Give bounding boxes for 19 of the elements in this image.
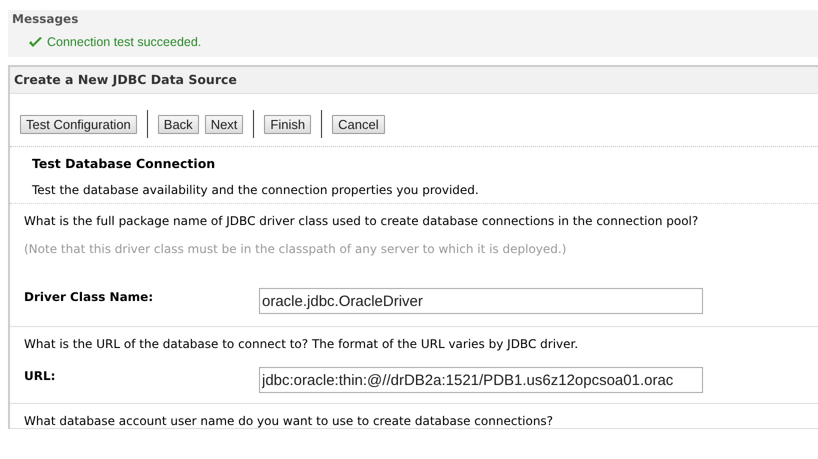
check-icon: [28, 36, 43, 48]
toolbar-button[interactable]: Test Configuration: [20, 114, 137, 134]
section-description: Test the database availability and the connection properties you provided.: [32, 183, 480, 197]
toolbar-button[interactable]: Next: [204, 114, 244, 134]
message-text: Connection test succeeded.: [47, 35, 202, 49]
field-label: URL:: [24, 368, 56, 383]
messages-title: Messages: [12, 12, 80, 26]
text-field[interactable]: jdbc:oracle:thin:@//drDB2a:1521/PDB1.us6z12opcsoa01.orac: [259, 367, 703, 393]
toolbar-button[interactable]: Cancel: [332, 114, 385, 134]
toolbar-button[interactable]: Finish: [264, 114, 312, 134]
field-question: What database account user name do you want to use to create database connections?: [24, 413, 554, 428]
text-field[interactable]: oracle.jdbc.OracleDriver: [259, 288, 703, 314]
field-note: (Note that this driver class must be in the classpath of any server to which it is deployed.): [24, 242, 568, 256]
section-title: Test Database Connection: [32, 156, 216, 171]
field-question: What is the full package name of JDBC driver class used to create database connections in the connection pool?: [24, 213, 700, 228]
panel-title: Create a New JDBC Data Source: [10, 67, 818, 94]
field-label: Driver Class Name:: [24, 289, 154, 304]
field-question: What is the URL of the database to connect to? The format of the URL varies by JDBC driver.: [24, 336, 580, 351]
toolbar-button[interactable]: Back: [158, 114, 199, 134]
